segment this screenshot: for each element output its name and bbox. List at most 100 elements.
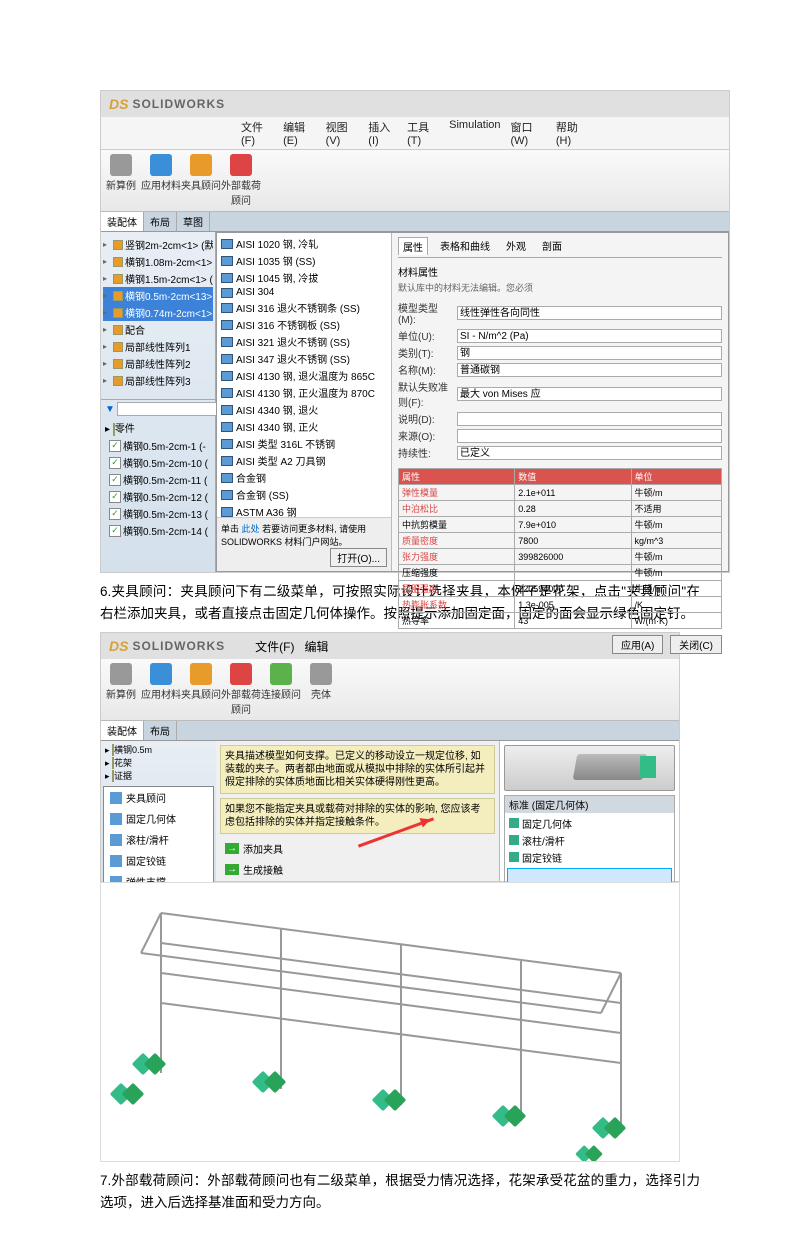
property-value[interactable]: 最大 von Mises 应: [457, 387, 722, 401]
menu-edit[interactable]: 编辑(E): [283, 119, 316, 147]
tab-assembly[interactable]: 装配体: [101, 212, 144, 231]
menu-help[interactable]: 帮助(H): [556, 119, 589, 147]
material-item[interactable]: AISI 1045 钢, 冷拔: [219, 269, 389, 286]
list-item[interactable]: ✓横钢0.5m-2cm-11 (: [109, 471, 215, 488]
brand-name: SOLIDWORKS: [132, 639, 225, 653]
fixture-type-item[interactable]: 滚柱/滑杆: [507, 832, 672, 849]
tree-row[interactable]: ▸局部线性阵列1: [103, 338, 213, 355]
tree-row[interactable]: ▸横钢1.08m-2cm<1> (: [103, 253, 213, 270]
generate-contact-action[interactable]: →生成接触: [220, 859, 495, 880]
fixture-menu-item[interactable]: 夹具顾问: [104, 787, 213, 808]
menu-tools[interactable]: 工具(T): [407, 119, 439, 147]
open-button[interactable]: 打开(O)...: [330, 548, 387, 567]
part-icon: [113, 308, 123, 318]
tab-assembly-2[interactable]: 装配体: [101, 721, 144, 740]
material-item[interactable]: ASTM A36 钢: [219, 503, 389, 517]
tree-row[interactable]: ▸横钢0.74m-2cm<1> (默: [103, 304, 213, 321]
list-item[interactable]: ✓横钢0.5m-2cm-13 (: [109, 505, 215, 522]
fixture-menu-item[interactable]: 滚柱/滑杆: [104, 829, 213, 850]
material-item[interactable]: 合金钢: [219, 469, 389, 486]
menu-edit-2[interactable]: 编辑: [304, 638, 328, 655]
tree-row[interactable]: ▸ 证据: [105, 769, 212, 782]
part-icon: [113, 342, 123, 352]
close-button[interactable]: 关闭(C): [670, 635, 722, 654]
material-item[interactable]: AISI 类型 A2 刀具钢: [219, 452, 389, 469]
material-item[interactable]: AISI 316 不锈钢板 (SS): [219, 316, 389, 333]
material-list-panel: AISI 1020 钢, 冷轧AISI 1035 钢 (SS)AISI 1045…: [217, 233, 392, 571]
tab-appearance[interactable]: 外观: [502, 237, 530, 255]
menu-file-2[interactable]: 文件(F): [255, 638, 294, 655]
tree-row[interactable]: ▸横钢0.5m-2cm<13> (: [103, 287, 213, 304]
apply-button[interactable]: 应用(A): [612, 635, 663, 654]
material-item[interactable]: AISI 316 退火不锈钢条 (SS): [219, 299, 389, 316]
material-item[interactable]: AISI 类型 316L 不锈钢: [219, 435, 389, 452]
menu-view[interactable]: 视图(V): [326, 119, 359, 147]
material-item[interactable]: 合金钢 (SS): [219, 486, 389, 503]
fixture-type-item[interactable]: 固定几何体: [507, 815, 672, 832]
fixture-advisor-button[interactable]: 夹具顾问: [181, 154, 221, 207]
tab-layout-2[interactable]: 布局: [144, 721, 177, 740]
property-value[interactable]: SI - N/m^2 (Pa): [457, 329, 722, 343]
property-value[interactable]: [457, 412, 722, 426]
tree-row[interactable]: ▸局部线性阵列3: [103, 372, 213, 389]
tab-tables[interactable]: 表格和曲线: [436, 237, 494, 255]
fixture-menu-item[interactable]: 固定铰链: [104, 850, 213, 871]
part-icon: [112, 757, 114, 769]
tab-layout[interactable]: 布局: [144, 212, 177, 231]
material-portal-link[interactable]: 此处: [242, 524, 260, 534]
property-value[interactable]: 普通碳钢: [457, 363, 722, 377]
th-property: 属性: [399, 469, 515, 485]
menu-window[interactable]: 窗口(W): [511, 119, 546, 147]
add-fixture-action[interactable]: →添加夹具: [220, 838, 495, 859]
material-item[interactable]: AISI 4130 钢, 正火温度为 870C: [219, 384, 389, 401]
property-row: 说明(D):: [398, 411, 722, 426]
toolbar-button[interactable]: 应用材料: [141, 663, 181, 716]
part-icon: [113, 376, 123, 386]
menu-simulation[interactable]: Simulation: [449, 119, 500, 147]
list-item[interactable]: ✓横钢0.5m-2cm-10 (: [109, 454, 215, 471]
external-load-button[interactable]: 外部载荷顾问: [221, 154, 261, 207]
menu-insert[interactable]: 插入(I): [368, 119, 397, 147]
apply-material-button[interactable]: 应用材料: [141, 154, 181, 207]
list-item[interactable]: ✓横钢0.5m-2cm-1 (-: [109, 437, 215, 454]
arrow-right-icon: →: [225, 864, 239, 875]
material-item[interactable]: AISI 4340 钢, 正火: [219, 418, 389, 435]
tree-row[interactable]: ▸横钢1.5m-2cm<1> (默: [103, 270, 213, 287]
th-unit: 单位: [631, 469, 722, 485]
tree-row[interactable]: ▸配合: [103, 321, 213, 338]
tree-row[interactable]: ▸ 横钢0.5m: [105, 743, 212, 756]
tree-row[interactable]: ▸竖钢2m-2cm<1> (默认: [103, 236, 213, 253]
material-item[interactable]: AISI 1035 钢 (SS): [219, 252, 389, 269]
material-item[interactable]: AISI 347 退火不锈钢 (SS): [219, 350, 389, 367]
property-value[interactable]: 钢: [457, 346, 722, 360]
material-item[interactable]: AISI 304: [219, 286, 389, 299]
property-value[interactable]: [457, 429, 722, 443]
material-item[interactable]: AISI 1020 钢, 冷轧: [219, 235, 389, 252]
tab-sketch[interactable]: 草图: [177, 212, 210, 231]
list-item[interactable]: ✓横钢0.5m-2cm-12 (: [109, 488, 215, 505]
tab-properties[interactable]: 属性: [398, 237, 428, 255]
toolbar-button[interactable]: 壳体: [301, 663, 341, 716]
checkbox-icon: ✓: [109, 440, 121, 452]
fixture-pin-icon: [591, 1117, 627, 1139]
toolbar-button[interactable]: 连接顾问: [261, 663, 301, 716]
property-row: 来源(O):: [398, 428, 722, 443]
material-list[interactable]: AISI 1020 钢, 冷轧AISI 1035 钢 (SS)AISI 1045…: [217, 233, 391, 517]
material-item[interactable]: AISI 4130 钢, 退火温度为 865C: [219, 367, 389, 384]
tab-crosshatch[interactable]: 剖面: [538, 237, 566, 255]
tree-row[interactable]: ▸ 花架: [105, 756, 212, 769]
toolbar-button[interactable]: 夹具顾问: [181, 663, 221, 716]
material-item[interactable]: AISI 321 退火不锈钢 (SS): [219, 333, 389, 350]
toolbar-button[interactable]: 新算例: [101, 663, 141, 716]
fixture-menu-item[interactable]: 固定几何体: [104, 808, 213, 829]
material-item[interactable]: AISI 4340 钢, 退火: [219, 401, 389, 418]
property-value[interactable]: 线性弹性各向同性: [457, 306, 722, 320]
menu-file[interactable]: 文件(F): [241, 119, 273, 147]
list-item[interactable]: ✓横钢0.5m-2cm-14 (: [109, 522, 215, 539]
property-row: 类别(T):钢: [398, 345, 722, 360]
fixture-type-item[interactable]: 固定铰链: [507, 849, 672, 866]
tree-row[interactable]: ▸局部线性阵列2: [103, 355, 213, 372]
property-value[interactable]: 已定义: [457, 446, 722, 460]
new-study-button[interactable]: 新算例: [101, 154, 141, 207]
toolbar-button[interactable]: 外部载荷顾问: [221, 663, 261, 716]
